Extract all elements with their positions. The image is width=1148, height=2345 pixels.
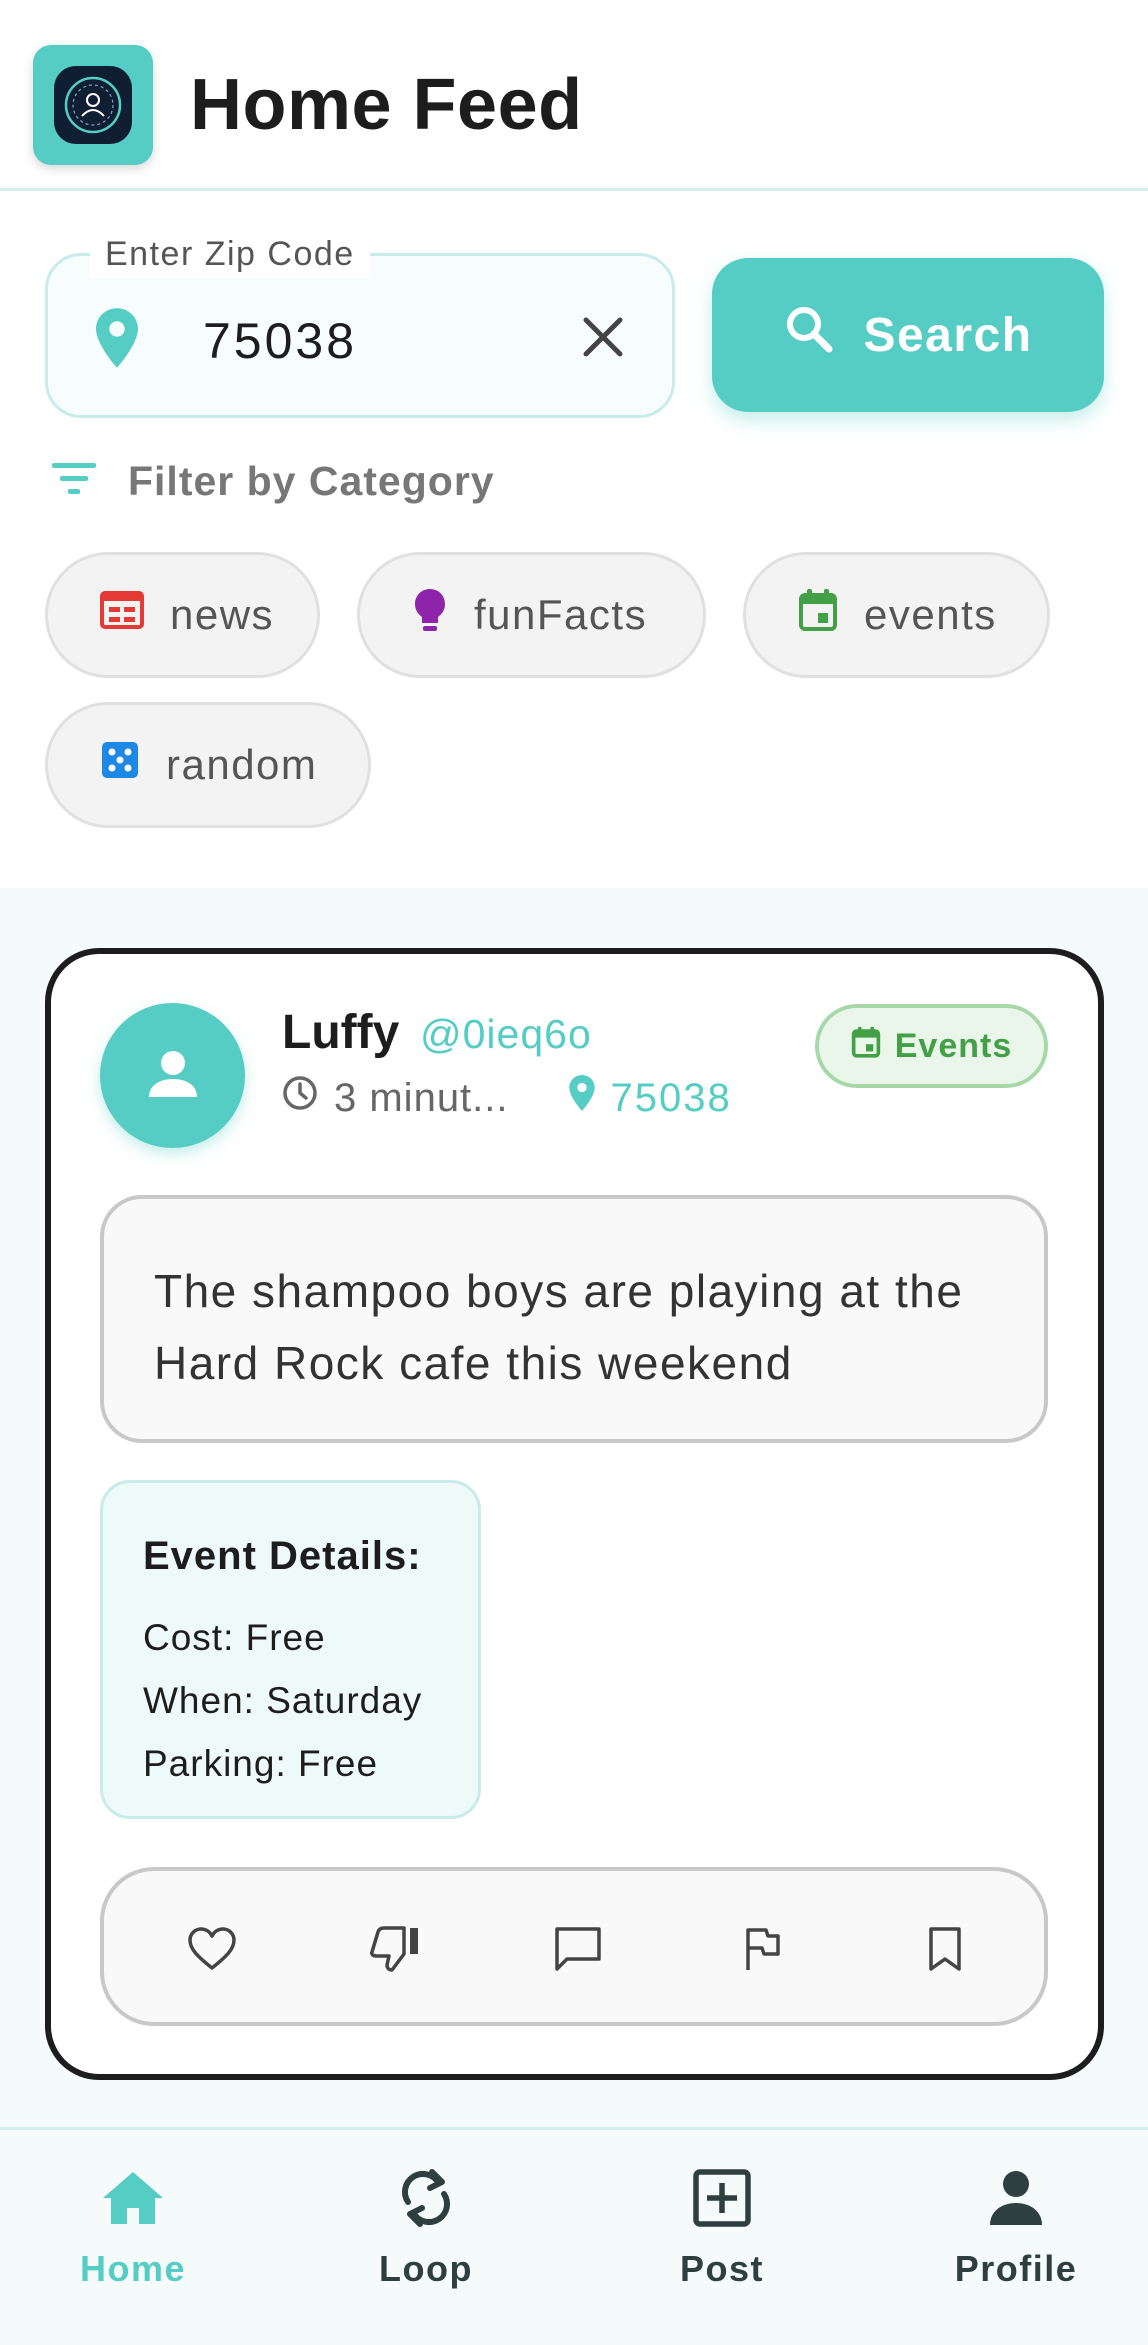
person-icon (143, 1043, 203, 1108)
category-badge: Events (815, 1004, 1048, 1088)
nav-item-loop[interactable]: Loop (326, 2162, 526, 2290)
event-parking: Parking: Free (143, 1743, 379, 1784)
calendar-icon (851, 1026, 881, 1067)
newspaper-icon (100, 590, 144, 640)
bookmark-button[interactable] (917, 1923, 973, 1979)
person-icon (988, 2162, 1044, 2234)
report-button[interactable] (734, 1923, 790, 1979)
nav-item-post[interactable]: Post (622, 2162, 822, 2290)
clear-icon[interactable] (578, 312, 628, 367)
chip-label: random (166, 741, 318, 788)
filter-icon (50, 459, 98, 504)
flag-icon (742, 1926, 782, 1977)
heart-icon (187, 1926, 237, 1977)
chip-news[interactable]: news (45, 552, 320, 678)
post-zip: 75038 (610, 1075, 732, 1120)
bookmark-icon (926, 1925, 964, 1978)
calendar-icon (798, 588, 838, 642)
dislike-button[interactable] (367, 1923, 423, 1979)
nav-label: Profile (954, 2248, 1078, 2289)
chip-funfacts[interactable]: funFacts (357, 552, 706, 678)
filter-label: Filter by Category (128, 458, 495, 504)
clock-icon (282, 1075, 318, 1121)
nav-item-home[interactable]: Home (33, 2162, 233, 2290)
nav-item-profile[interactable]: Profile (916, 2162, 1116, 2290)
location-pin-icon (96, 308, 138, 373)
chip-label: funFacts (474, 591, 648, 638)
post-text: The shampoo boys are playing at the Hard… (100, 1195, 1048, 1443)
lightbulb-icon (412, 587, 448, 643)
chip-random[interactable]: random (45, 702, 371, 828)
search-button[interactable]: Search (712, 258, 1104, 412)
search-button-label: Search (863, 308, 1033, 362)
comment-icon (553, 1925, 603, 1978)
app-logo-icon (33, 45, 153, 165)
post-meta: 3 minut... 75038 (282, 1075, 732, 1121)
loop-icon (398, 2162, 454, 2234)
badge-label: Events (894, 1026, 1013, 1065)
home-icon (101, 2162, 165, 2234)
event-details-title: Event Details: (143, 1534, 422, 1578)
dice-icon (100, 740, 140, 790)
avatar[interactable] (100, 1003, 245, 1148)
chip-label: news (170, 591, 275, 638)
post-user-name[interactable]: Luffy (282, 1002, 399, 1064)
search-icon (783, 303, 835, 367)
thumbs-down-icon (368, 1924, 422, 1979)
comment-button[interactable] (550, 1923, 606, 1979)
nav-label: Home (79, 2248, 187, 2289)
post-user-handle[interactable]: @0ieq6o (420, 1006, 592, 1062)
event-details: Event Details: Cost: Free When: Saturday… (100, 1480, 481, 1819)
chip-label: events (864, 591, 997, 638)
page-title: Home Feed (190, 65, 583, 145)
like-button[interactable] (184, 1923, 240, 1979)
post-actions (100, 1867, 1048, 2026)
post-time: 3 minut... (334, 1075, 509, 1120)
filter-header: Filter by Category (50, 458, 495, 505)
event-cost: Cost: Free (143, 1617, 326, 1658)
zip-code-input[interactable]: 75038 (203, 311, 357, 371)
add-box-icon (693, 2162, 751, 2234)
event-when: When: Saturday (143, 1680, 423, 1721)
app-header: Home Feed (0, 0, 1148, 191)
location-pin-icon (568, 1075, 595, 1121)
nav-label: Post (679, 2248, 764, 2289)
zip-code-label: Enter Zip Code (90, 230, 370, 278)
bottom-navigation: Home Loop Post Profile (0, 2127, 1148, 2345)
nav-label: Loop (379, 2248, 473, 2289)
chip-events[interactable]: events (743, 552, 1050, 678)
